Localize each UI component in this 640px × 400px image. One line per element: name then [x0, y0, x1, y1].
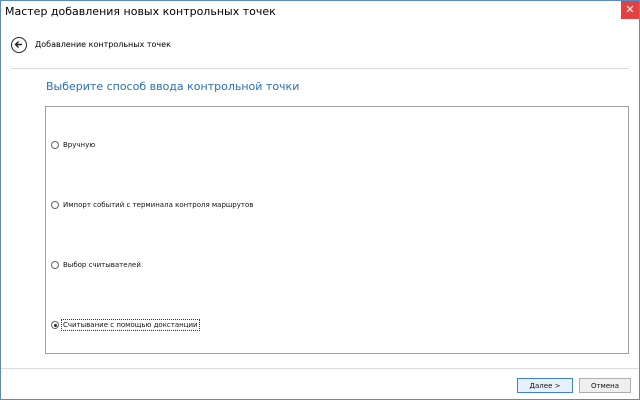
section-title: Выберите способ ввода контрольной точки — [46, 80, 300, 93]
options-group: Вручную Импорт событий с терминала контр… — [45, 106, 629, 354]
radio-import-terminal[interactable] — [51, 201, 59, 209]
header-divider — [11, 68, 629, 69]
option-select-readers[interactable]: Выбор считывателей — [51, 259, 141, 271]
option-manual[interactable]: Вручную — [51, 139, 95, 151]
window-title: Мастер добавления новых контрольных точе… — [5, 5, 276, 18]
close-icon: ✕ — [625, 3, 635, 16]
close-button[interactable]: ✕ — [621, 1, 639, 19]
option-dock-station[interactable]: Считывание с помощью докстанции — [51, 319, 200, 331]
page-title: Добавление контрольных точек — [35, 40, 171, 49]
back-arrow-icon[interactable] — [11, 37, 27, 53]
radio-manual[interactable] — [51, 141, 59, 149]
option-label: Импорт событий с терминала контроля марш… — [63, 201, 254, 209]
option-import-terminal[interactable]: Импорт событий с терминала контроля марш… — [51, 199, 253, 211]
cancel-button[interactable]: Отмена — [579, 378, 631, 393]
next-button[interactable]: Далее > — [517, 378, 573, 393]
wizard-nav: Добавление контрольных точек — [1, 34, 639, 62]
option-label: Вручную — [63, 141, 96, 149]
option-label: Считывание с помощью докстанции — [61, 319, 200, 331]
footer-bar: Далее > Отмена — [1, 368, 639, 400]
option-label: Выбор считывателей — [63, 261, 141, 269]
title-bar: Мастер добавления новых контрольных точе… — [1, 1, 639, 23]
wizard-window: Мастер добавления новых контрольных точе… — [0, 0, 640, 400]
radio-select-readers[interactable] — [51, 261, 59, 269]
radio-dock-station[interactable] — [51, 321, 59, 329]
